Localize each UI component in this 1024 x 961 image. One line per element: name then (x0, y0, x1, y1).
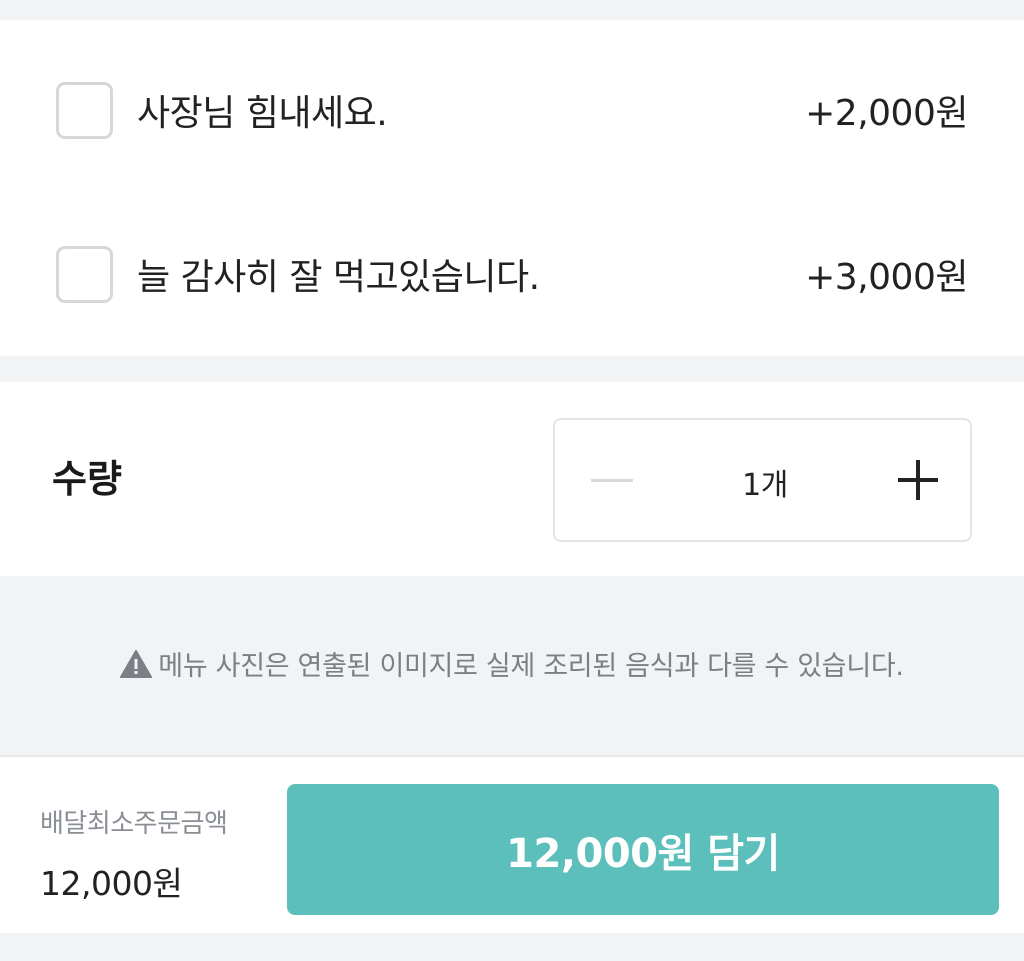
minus-icon[interactable] (585, 450, 645, 510)
quantity-stepper: 1개 (553, 418, 972, 542)
option-label: 늘 감사히 잘 먹고있습니다. (137, 257, 540, 298)
warning-icon (120, 650, 153, 678)
top-spacer (0, 0, 1024, 20)
option-label: 사장님 힘내세요. (137, 93, 388, 134)
option-checkbox[interactable] (56, 245, 113, 303)
add-to-cart-button[interactable]: 12,000원 담기 (287, 784, 999, 915)
bottom-spacer (0, 933, 1024, 961)
min-order-value: 12,000원 (40, 864, 183, 903)
option-checkbox[interactable] (56, 81, 113, 139)
min-order-label: 배달최소주문금액 (40, 809, 228, 839)
quantity-section: 수량 1개 (0, 382, 1024, 576)
option-list: 사장님 힘내세요. +2,000원 늘 감사히 잘 먹고있습니다. +3,000… (0, 20, 1024, 356)
notice-message: 메뉴 사진은 연출된 이미지로 실제 조리된 음식과 다를 수 있습니다. (0, 644, 1024, 683)
option-price: +2,000원 (805, 93, 968, 134)
option-item[interactable]: 사장님 힘내세요. +2,000원 (0, 70, 1024, 150)
quantity-value: 1개 (742, 468, 788, 503)
order-footer: 배달최소주문금액 12,000원 12,000원 담기 (0, 757, 1024, 933)
notice-section: 메뉴 사진은 연출된 이미지로 실제 조리된 음식과 다를 수 있습니다. (0, 576, 1024, 757)
option-price: +3,000원 (805, 257, 968, 298)
option-item[interactable]: 늘 감사히 잘 먹고있습니다. +3,000원 (0, 234, 1024, 314)
quantity-label: 수량 (52, 457, 122, 501)
notice-text: 메뉴 사진은 연출된 이미지로 실제 조리된 음식과 다를 수 있습니다. (158, 651, 904, 682)
section-divider (0, 356, 1024, 382)
plus-icon[interactable] (890, 450, 950, 510)
